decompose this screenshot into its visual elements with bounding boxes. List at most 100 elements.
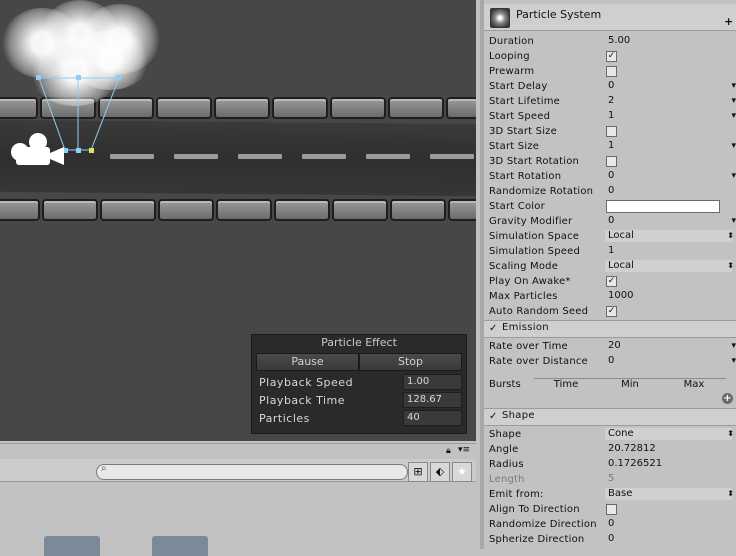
start-lifetime-row: Start Lifetime 2 xyxy=(489,94,736,109)
start-lifetime-field[interactable]: 2 xyxy=(605,95,736,107)
looping-row: Looping ✓ xyxy=(489,49,736,64)
lane-markings xyxy=(110,154,474,159)
bottom-curb xyxy=(0,199,476,221)
particles-row: Particles 40 xyxy=(252,409,466,427)
rate-over-distance-field[interactable]: 0 xyxy=(605,355,736,367)
shape-row: Shape Cone xyxy=(489,427,736,442)
start-color-label: Start Color xyxy=(489,201,545,212)
shape-enabled-checkbox[interactable]: ✓ xyxy=(489,411,497,422)
camera-icon[interactable] xyxy=(8,131,68,171)
start-speed-field[interactable]: 1 xyxy=(605,110,736,122)
emission-enabled-checkbox[interactable]: ✓ xyxy=(489,323,497,334)
particle-effect-panel: Particle Effect Pause Stop Playback Spee… xyxy=(251,334,467,434)
emit-from-row: Emit from: Base xyxy=(489,487,736,502)
stop-button[interactable]: Stop xyxy=(359,353,462,371)
simulation-speed-field[interactable]: 1 xyxy=(605,245,732,257)
simulation-space-row: Simulation Space Local xyxy=(489,229,736,244)
radius-label: Radius xyxy=(489,459,524,470)
prewarm-label: Prewarm xyxy=(489,66,535,77)
playback-speed-field[interactable]: 1.00 xyxy=(403,374,462,390)
randomize-direction-field[interactable]: 0 xyxy=(605,518,732,530)
folder-icon[interactable] xyxy=(44,536,100,556)
component-title: Particle System xyxy=(516,8,602,21)
start-delay-field[interactable]: 0 xyxy=(605,80,736,92)
scaling-mode-label: Scaling Mode xyxy=(489,261,559,272)
duration-field[interactable]: 5.00 xyxy=(605,35,732,47)
play-on-awake-checkbox[interactable]: ✓ xyxy=(606,276,617,287)
emission-section-header[interactable]: ✓ Emission xyxy=(484,320,736,338)
start-size-row: Start Size 1 xyxy=(489,139,736,154)
emit-from-label: Emit from: xyxy=(489,489,544,500)
scaling-mode-dropdown[interactable]: Local xyxy=(605,260,734,272)
duration-row: Duration 5.00 xyxy=(489,34,736,49)
scaling-mode-row: Scaling Mode Local xyxy=(489,259,736,274)
start-speed-label: Start Speed xyxy=(489,111,551,122)
project-pane: 🔒︎ ▾≡ ⌕ ⊞ ⬖ ★ xyxy=(0,443,476,550)
start-delay-row: Start Delay 0 xyxy=(489,79,736,94)
3d-start-rotation-label: 3D Start Rotation xyxy=(489,156,580,167)
randomize-rotation-field[interactable]: 0 xyxy=(605,185,732,197)
playback-time-field[interactable]: 128.67 xyxy=(403,392,462,408)
gravity-modifier-field[interactable]: 0 xyxy=(605,215,736,227)
gravity-modifier-row: Gravity Modifier 0 xyxy=(489,214,736,229)
start-size-label: Start Size xyxy=(489,141,540,152)
align-to-direction-label: Align To Direction xyxy=(489,504,580,515)
lock-icon[interactable]: 🔒︎ xyxy=(446,446,451,456)
randomize-rotation-row: Randomize Rotation 0 xyxy=(489,184,736,199)
max-particles-label: Max Particles xyxy=(489,291,558,302)
align-to-direction-row: Align To Direction xyxy=(489,502,736,517)
3d-start-rotation-checkbox[interactable] xyxy=(606,156,617,167)
search-input[interactable]: ⌕ xyxy=(96,463,408,480)
spherize-direction-label: Spherize Direction xyxy=(489,534,585,545)
start-color-color-field[interactable] xyxy=(606,200,720,213)
radius-field[interactable]: 0.1726521 xyxy=(605,458,732,470)
label-icon[interactable]: ⬖ xyxy=(430,462,450,482)
looping-checkbox[interactable]: ✓ xyxy=(606,51,617,62)
playback-speed-row: Playback Speed 1.00 xyxy=(252,373,466,391)
spherize-direction-field[interactable]: 0 xyxy=(605,533,732,545)
prewarm-row: Prewarm xyxy=(489,64,736,79)
auto-random-seed-checkbox[interactable]: ✓ xyxy=(606,306,617,317)
3d-start-size-checkbox[interactable] xyxy=(606,126,617,137)
start-size-field[interactable]: 1 xyxy=(605,140,736,152)
play-on-awake-row: Play On Awake* ✓ xyxy=(489,274,736,289)
shape-section-header[interactable]: ✓ Shape xyxy=(484,408,736,426)
max-particles-field[interactable]: 1000 xyxy=(605,290,732,302)
simulation-space-dropdown[interactable]: Local xyxy=(605,230,734,242)
angle-field[interactable]: 20.72812 xyxy=(605,443,732,455)
start-lifetime-label: Start Lifetime xyxy=(489,96,561,107)
3d-start-size-row: 3D Start Size xyxy=(489,124,736,139)
max-particles-row: Max Particles 1000 xyxy=(489,289,736,304)
start-rotation-label: Start Rotation xyxy=(489,171,562,182)
simulation-speed-label: Simulation Speed xyxy=(489,246,580,257)
start-color-row: Start Color xyxy=(489,199,736,214)
rate-over-distance-label: Rate over Distance xyxy=(489,356,588,367)
menu-icon[interactable]: ▾≡ xyxy=(458,445,470,455)
prewarm-checkbox[interactable] xyxy=(606,66,617,77)
start-rotation-field[interactable]: 0 xyxy=(605,170,736,182)
plus-icon[interactable]: + xyxy=(724,15,733,28)
playback-speed-label: Playback Speed xyxy=(259,375,354,389)
filter-type-icon[interactable]: ⊞ xyxy=(408,462,428,482)
shape-label: Shape xyxy=(489,429,522,440)
emit-from-dropdown[interactable]: Base xyxy=(605,488,734,500)
align-to-direction-checkbox[interactable] xyxy=(606,504,617,515)
particles-field[interactable]: 40 xyxy=(403,410,462,426)
rate-over-time-field[interactable]: 20 xyxy=(605,340,736,352)
scene-view[interactable]: Particle Effect Pause Stop Playback Spee… xyxy=(0,0,476,441)
playback-time-row: Playback Time 128.67 xyxy=(252,391,466,409)
add-burst-button[interactable]: + xyxy=(722,393,733,404)
rate-over-distance-row: Rate over Distance 0 xyxy=(489,354,736,369)
pause-button[interactable]: Pause xyxy=(256,353,359,371)
spherize-direction-row: Spherize Direction 0 xyxy=(489,532,736,547)
start-speed-row: Start Speed 1 xyxy=(489,109,736,124)
start-delay-label: Start Delay xyxy=(489,81,548,92)
particle-effect-title: Particle Effect xyxy=(321,336,397,349)
particle-system-icon xyxy=(490,8,510,28)
simulation-speed-row: Simulation Speed 1 xyxy=(489,244,736,259)
shape-dropdown[interactable]: Cone xyxy=(605,428,734,440)
angle-row: Angle 20.72812 xyxy=(489,442,736,457)
star-icon[interactable]: ★ xyxy=(452,462,472,482)
folder-icon[interactable] xyxy=(152,536,208,556)
duration-label: Duration xyxy=(489,36,535,47)
